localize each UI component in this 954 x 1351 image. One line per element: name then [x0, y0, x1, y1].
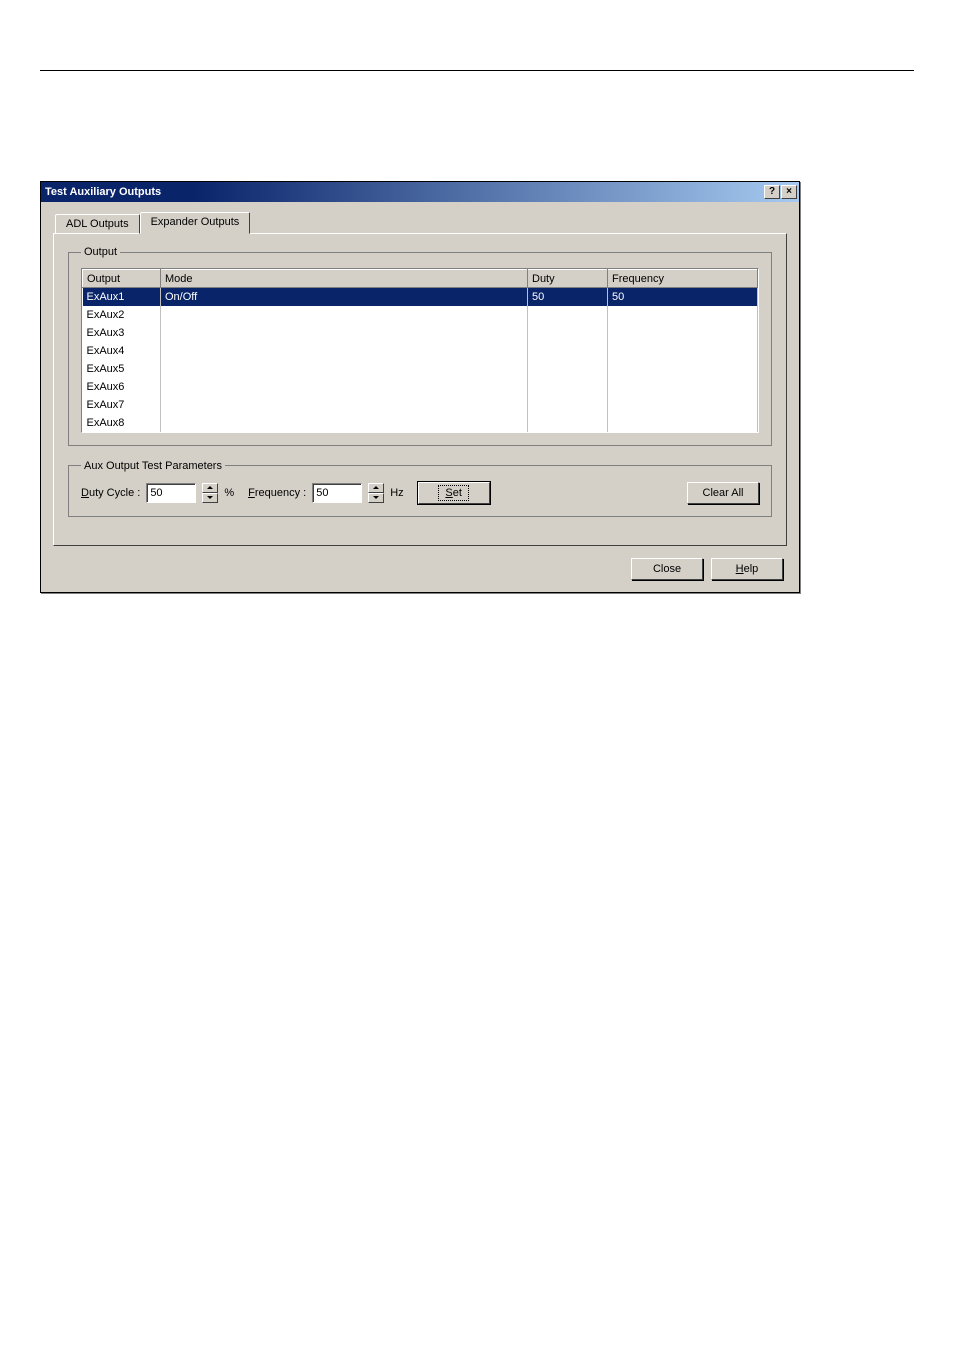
- cell-duty[interactable]: [528, 342, 608, 360]
- help-icon[interactable]: ?: [764, 185, 780, 199]
- cell-output[interactable]: ExAux4: [83, 342, 161, 360]
- cell-frequency[interactable]: [608, 396, 758, 414]
- set-button[interactable]: Set: [418, 482, 490, 504]
- cell-output[interactable]: ExAux1: [83, 288, 161, 306]
- col-output[interactable]: Output: [83, 270, 161, 288]
- help-button[interactable]: Help: [711, 558, 783, 580]
- table-row[interactable]: ExAux3: [83, 324, 758, 342]
- groupbox-aux-output-test-parameters: Aux Output Test Parameters Duty Cycle : …: [68, 460, 772, 517]
- cell-mode[interactable]: [161, 342, 528, 360]
- tabpanel-expander-outputs: Output Output: [53, 233, 787, 546]
- dialog-title: Test Auxiliary Outputs: [45, 186, 764, 198]
- cell-frequency[interactable]: [608, 414, 758, 432]
- frequency-spin-up[interactable]: [368, 483, 384, 493]
- groupbox-output: Output Output: [68, 246, 772, 446]
- cell-mode[interactable]: [161, 414, 528, 432]
- table-row[interactable]: ExAux5: [83, 360, 758, 378]
- col-duty[interactable]: Duty: [528, 270, 608, 288]
- tab-adl-outputs[interactable]: ADL Outputs: [55, 214, 140, 234]
- cell-mode[interactable]: [161, 306, 528, 324]
- frequency-unit: Hz: [390, 487, 403, 499]
- groupbox-params-legend: Aux Output Test Parameters: [81, 460, 225, 472]
- cell-frequency[interactable]: [608, 324, 758, 342]
- cell-frequency[interactable]: [608, 360, 758, 378]
- duty-cycle-input[interactable]: [146, 483, 196, 503]
- cell-frequency[interactable]: [608, 378, 758, 396]
- frequency-spinner[interactable]: [368, 483, 384, 503]
- close-button[interactable]: Close: [631, 558, 703, 580]
- clear-all-button[interactable]: Clear All: [687, 482, 759, 504]
- duty-cycle-label: Duty Cycle :: [81, 487, 140, 499]
- duty-cycle-spin-down[interactable]: [202, 493, 218, 503]
- table-row[interactable]: ExAux7: [83, 396, 758, 414]
- cell-duty[interactable]: [528, 360, 608, 378]
- cell-duty[interactable]: [528, 306, 608, 324]
- cell-duty[interactable]: [528, 378, 608, 396]
- cell-frequency[interactable]: [608, 342, 758, 360]
- cell-mode[interactable]: On/Off: [161, 288, 528, 306]
- table-row[interactable]: ExAux6: [83, 378, 758, 396]
- close-icon[interactable]: ×: [781, 185, 797, 199]
- cell-mode[interactable]: [161, 378, 528, 396]
- table-header-row: Output Mode Duty Frequency: [83, 270, 758, 288]
- cell-output[interactable]: ExAux7: [83, 396, 161, 414]
- frequency-input[interactable]: [312, 483, 362, 503]
- table-row[interactable]: ExAux8: [83, 414, 758, 432]
- duty-cycle-unit: %: [224, 487, 234, 499]
- cell-output[interactable]: ExAux6: [83, 378, 161, 396]
- cell-output[interactable]: ExAux2: [83, 306, 161, 324]
- cell-duty[interactable]: [528, 324, 608, 342]
- tab-expander-outputs[interactable]: Expander Outputs: [140, 212, 251, 234]
- duty-cycle-spinner[interactable]: [202, 483, 218, 503]
- output-table[interactable]: Output Mode Duty Frequency ExAux1On/Off5…: [81, 268, 759, 433]
- tabstrip: ADL Outputs Expander Outputs: [55, 212, 787, 234]
- dialog-test-auxiliary-outputs: Test Auxiliary Outputs ? × ADL Outputs E…: [40, 181, 800, 593]
- duty-cycle-spin-up[interactable]: [202, 483, 218, 493]
- col-mode[interactable]: Mode: [161, 270, 528, 288]
- cell-frequency[interactable]: [608, 306, 758, 324]
- cell-output[interactable]: ExAux3: [83, 324, 161, 342]
- cell-mode[interactable]: [161, 360, 528, 378]
- table-row[interactable]: ExAux2: [83, 306, 758, 324]
- groupbox-output-legend: Output: [81, 246, 120, 258]
- titlebar: Test Auxiliary Outputs ? ×: [41, 182, 799, 202]
- table-row[interactable]: ExAux4: [83, 342, 758, 360]
- cell-mode[interactable]: [161, 396, 528, 414]
- cell-output[interactable]: ExAux8: [83, 414, 161, 432]
- cell-mode[interactable]: [161, 324, 528, 342]
- table-row[interactable]: ExAux1On/Off5050: [83, 288, 758, 306]
- cell-duty[interactable]: 50: [528, 288, 608, 306]
- frequency-spin-down[interactable]: [368, 493, 384, 503]
- frequency-label: Frequency :: [248, 487, 306, 499]
- cell-frequency[interactable]: 50: [608, 288, 758, 306]
- cell-duty[interactable]: [528, 396, 608, 414]
- page-divider: [40, 70, 914, 71]
- cell-output[interactable]: ExAux5: [83, 360, 161, 378]
- cell-duty[interactable]: [528, 414, 608, 432]
- col-frequency[interactable]: Frequency: [608, 270, 758, 288]
